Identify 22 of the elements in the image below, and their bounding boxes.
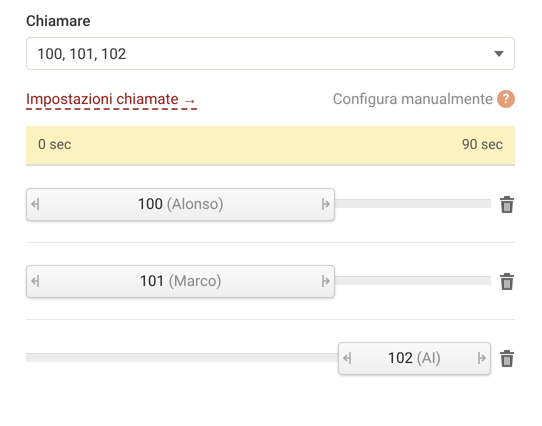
- range-block[interactable]: 100 (Alonso): [26, 188, 336, 220]
- handle-icon[interactable]: [342, 351, 351, 365]
- handle-icon[interactable]: [322, 197, 330, 211]
- range-label: 101 (Marco): [140, 272, 222, 290]
- trash-icon[interactable]: [499, 349, 515, 367]
- field-label: Chiamare: [26, 12, 92, 30]
- call-select[interactable]: 100, 101, 102: [26, 37, 515, 70]
- range-block[interactable]: 101 (Marco): [26, 264, 336, 298]
- trash-icon[interactable]: [499, 272, 515, 290]
- range-label: 102 (AI): [388, 349, 441, 367]
- timeline-end: 90 sec: [462, 137, 503, 153]
- range-label: 100 (Alonso): [138, 195, 224, 213]
- dropdown-caret-icon: [494, 50, 504, 56]
- range-block[interactable]: 102 (AI): [338, 342, 491, 374]
- handle-icon[interactable]: [478, 351, 486, 365]
- trash-icon[interactable]: [499, 195, 515, 213]
- handle-icon[interactable]: [322, 274, 330, 288]
- manual-config-label: Configura manualmente: [332, 90, 493, 108]
- settings-link[interactable]: Impostazioni chiamate →: [26, 90, 198, 108]
- timeline-start: 0 sec: [38, 137, 72, 153]
- handle-icon[interactable]: [31, 274, 39, 288]
- handle-icon[interactable]: [31, 197, 39, 211]
